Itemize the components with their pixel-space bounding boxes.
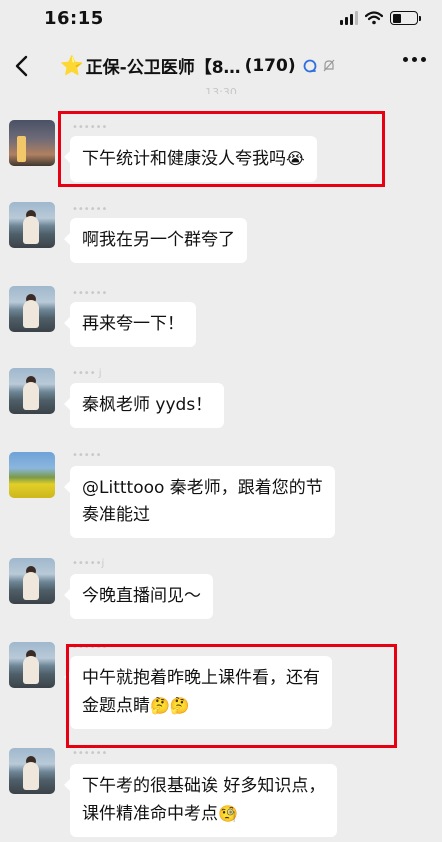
battery-icon (390, 11, 421, 25)
message-bubble[interactable]: 再来夸一下！ (64, 302, 196, 347)
message-bubble[interactable]: 秦枫老师 yyds！ (63, 383, 225, 428)
message-text-line: @Litttooo 秦老师，跟着您的节 (82, 478, 323, 498)
sender-nickname: •••••• (72, 204, 108, 215)
monocle-emoji-icon: 🧐 (218, 804, 238, 823)
avatar[interactable] (9, 368, 55, 414)
status-bar: 16:15 (0, 0, 442, 36)
message-text-line: 奏准能过 (82, 505, 150, 525)
message-text: 再来夸一下！ (82, 314, 184, 334)
avatar[interactable] (9, 452, 55, 498)
sender-nickname: •••••j (72, 558, 105, 569)
avatar[interactable] (9, 202, 55, 248)
message-bubble[interactable]: 啊我在另一个群夸了 (64, 218, 247, 263)
status-icons (340, 11, 421, 25)
at-mention-icon (303, 59, 316, 72)
message-bubble[interactable]: 今晚直播间见～ (64, 574, 213, 619)
member-count: (170) (244, 55, 296, 76)
highlight-box (58, 111, 385, 187)
sender-nickname: •••••• (72, 288, 108, 299)
wifi-icon (365, 11, 383, 25)
message-text: 啊我在另一个群夸了 (82, 230, 235, 250)
status-time: 16:15 (44, 7, 104, 29)
sender-nickname: •••••• (72, 748, 108, 759)
sender-nickname: ••••• (72, 450, 102, 461)
timestamp: 13:30 (205, 86, 237, 94)
back-icon[interactable] (12, 54, 32, 78)
message-bubble[interactable]: @Litttooo 秦老师，跟着您的节 奏准能过 (64, 466, 335, 538)
avatar[interactable] (9, 642, 55, 688)
chat-title[interactable]: ⭐ 正保-公卫医师【8… (170) (60, 53, 350, 78)
message-text: 今晚直播间见～ (82, 586, 201, 606)
highlight-box (66, 644, 397, 748)
mute-bell-icon (323, 59, 335, 71)
star-icon: ⭐ (60, 55, 84, 77)
sender-nickname: •••• j (72, 368, 102, 379)
group-name: 正保-公卫医师【8… (85, 58, 241, 78)
avatar[interactable] (9, 748, 55, 794)
signal-icon (340, 11, 358, 25)
message-bubble[interactable]: 下午考的很基础诶 好多知识点， 课件精准命中考点🧐 (63, 764, 338, 837)
avatar[interactable] (9, 286, 55, 332)
avatar[interactable] (9, 558, 55, 604)
chat-header: ⭐ 正保-公卫医师【8… (170) (0, 44, 442, 88)
message-text-line: 课件精准命中考点 (82, 804, 218, 824)
more-icon[interactable] (403, 57, 426, 62)
avatar[interactable] (9, 120, 55, 166)
message-text-line: 下午考的很基础诶 好多知识点， (82, 776, 326, 796)
message-text: 秦枫老师 yyds！ (82, 395, 213, 415)
